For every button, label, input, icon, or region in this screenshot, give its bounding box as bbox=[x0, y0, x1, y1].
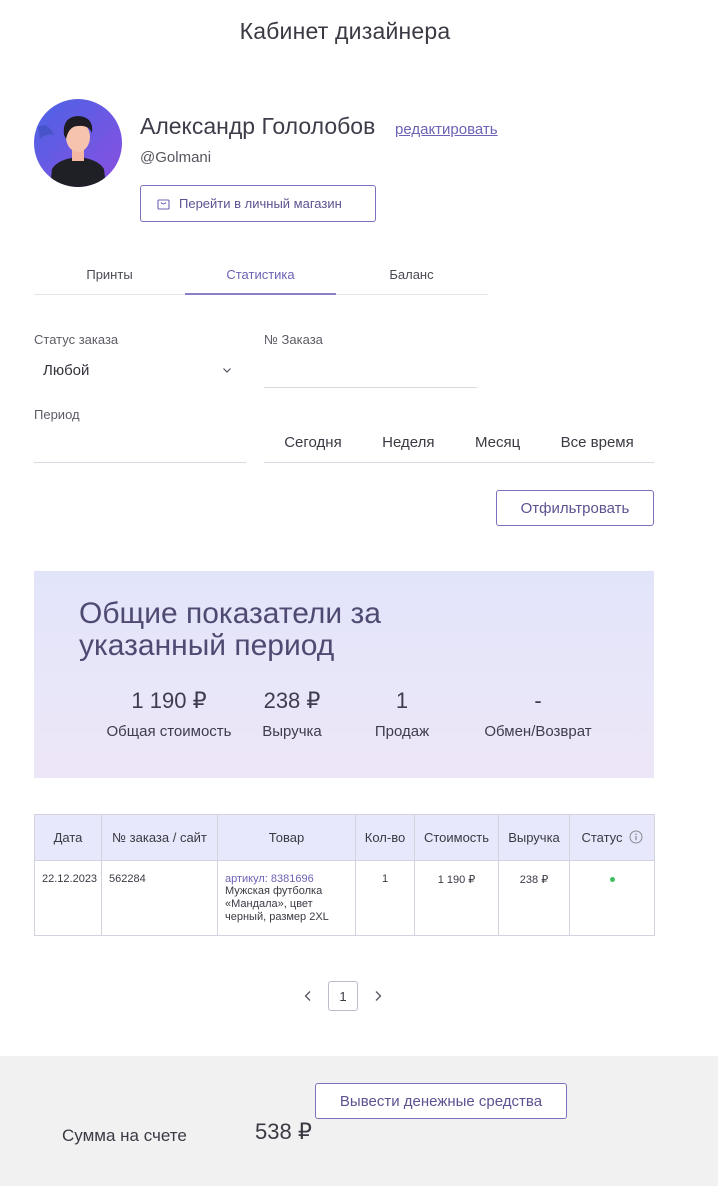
cell-qty: 1 bbox=[355, 860, 415, 936]
period-today[interactable]: Сегодня bbox=[284, 434, 342, 454]
period-options: Сегодня Неделя Месяц Все время bbox=[264, 425, 654, 463]
page-title: Кабинет дизайнера bbox=[239, 18, 451, 44]
order-number-input[interactable] bbox=[264, 352, 477, 388]
stat-total-cost-label: Общая стоимость bbox=[106, 723, 232, 740]
balance-value: 538 ₽ bbox=[255, 1119, 312, 1144]
column-header-cost: Стоимость bbox=[414, 814, 499, 861]
stat-exchange-return: - Обмен/Возврат bbox=[468, 688, 608, 740]
order-status-select[interactable]: Любой bbox=[34, 355, 236, 385]
cell-revenue: 238 ₽ bbox=[498, 860, 570, 936]
orders-table: Дата № заказа / сайт Товар Кол-во Стоимо… bbox=[34, 814, 655, 936]
avatar bbox=[34, 99, 122, 187]
table-row[interactable]: 22.12.2023 562284 артикул: 8381696 Мужск… bbox=[34, 860, 655, 936]
stat-exchange-return-label: Обмен/Возврат bbox=[484, 723, 592, 740]
product-name: Мужская футболка «Мандала», цвет черный,… bbox=[225, 885, 329, 923]
cell-product: артикул: 8381696 Мужская футболка «Манда… bbox=[217, 860, 356, 936]
go-to-shop-button[interactable]: Перейти в личный магазин bbox=[140, 185, 376, 222]
summary-title: Общие показатели за указанный период bbox=[79, 597, 381, 662]
stat-sales-label: Продаж bbox=[374, 723, 430, 740]
stat-sales-value: 1 bbox=[395, 688, 409, 713]
stat-sales: 1 Продаж bbox=[362, 688, 442, 740]
period-input[interactable] bbox=[34, 427, 246, 463]
chevron-left-icon[interactable] bbox=[298, 986, 318, 1006]
tab-prints[interactable]: Принты bbox=[34, 262, 185, 294]
shopping-bag-icon bbox=[157, 197, 170, 210]
balance-label: Сумма на счете bbox=[62, 1126, 187, 1145]
tab-statistics[interactable]: Статистика bbox=[185, 262, 336, 295]
pagination: 1 bbox=[298, 981, 388, 1011]
info-icon[interactable] bbox=[629, 830, 643, 844]
column-header-status-label: Статус bbox=[581, 830, 623, 845]
user-name: Александр Гололобов bbox=[140, 113, 376, 139]
column-header-qty: Кол-во bbox=[355, 814, 415, 861]
order-status-label: Статус заказа bbox=[34, 332, 119, 347]
order-status-value: Любой bbox=[43, 361, 90, 379]
cell-cost: 1 190 ₽ bbox=[414, 860, 499, 936]
chevron-down-icon bbox=[222, 365, 232, 375]
order-number-label: № Заказа bbox=[264, 332, 323, 347]
avatar-image bbox=[34, 99, 122, 187]
status-dot-icon bbox=[609, 877, 615, 882]
column-header-date: Дата bbox=[34, 814, 102, 861]
edit-profile-link[interactable]: редактировать bbox=[395, 121, 498, 138]
page-number-current[interactable]: 1 bbox=[328, 981, 358, 1011]
stat-total-cost-value: 1 190 ₽ bbox=[131, 688, 207, 713]
column-header-revenue: Выручка bbox=[498, 814, 570, 861]
column-header-product: Товар bbox=[217, 814, 356, 861]
stat-revenue-value: 238 ₽ bbox=[263, 688, 321, 713]
cell-status bbox=[569, 860, 655, 936]
filter-button[interactable]: Отфильтровать bbox=[496, 490, 654, 526]
stat-revenue-label: Выручка bbox=[262, 723, 322, 740]
table-header-row: Дата № заказа / сайт Товар Кол-во Стоимо… bbox=[34, 814, 655, 861]
period-month[interactable]: Месяц bbox=[475, 434, 520, 454]
cell-date: 22.12.2023 bbox=[34, 860, 102, 936]
column-header-order: № заказа / сайт bbox=[101, 814, 218, 861]
stat-total-cost: 1 190 ₽ Общая стоимость bbox=[79, 688, 259, 740]
period-all-time[interactable]: Все время bbox=[561, 434, 634, 454]
period-label: Период bbox=[34, 407, 80, 422]
footer-balance-bar: Вывести денежные средства Сумма на счете… bbox=[0, 1056, 718, 1186]
chevron-right-icon[interactable] bbox=[368, 986, 388, 1006]
stat-revenue: 238 ₽ Выручка bbox=[252, 688, 332, 740]
withdraw-funds-button[interactable]: Вывести денежные средства bbox=[315, 1083, 567, 1119]
go-to-shop-label: Перейти в личный магазин bbox=[179, 196, 342, 211]
column-header-status: Статус bbox=[569, 814, 655, 861]
cell-order-number: 562284 bbox=[101, 860, 218, 936]
summary-panel: Общие показатели за указанный период 1 1… bbox=[34, 571, 654, 778]
user-handle: @Golmani bbox=[140, 149, 212, 166]
period-week[interactable]: Неделя bbox=[382, 434, 434, 454]
stat-exchange-return-value: - bbox=[534, 688, 542, 713]
profile-tabs: Принты Статистика Баланс bbox=[34, 262, 488, 295]
product-sku-link[interactable]: артикул: 8381696 bbox=[225, 873, 355, 885]
tab-balance[interactable]: Баланс bbox=[336, 262, 487, 294]
